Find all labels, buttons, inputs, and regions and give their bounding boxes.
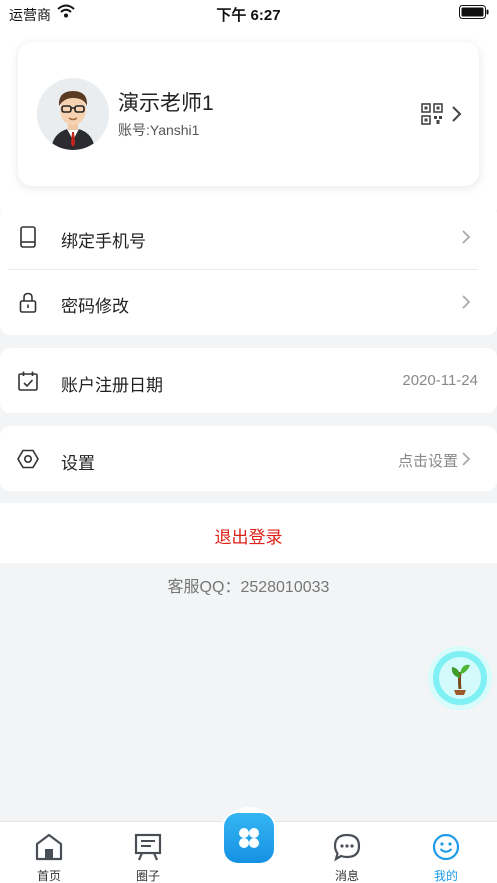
logout-button[interactable]: 退出登录 bbox=[0, 503, 497, 563]
tab-home[interactable]: 首页 bbox=[9, 822, 89, 883]
home-icon bbox=[35, 833, 63, 861]
settings-row[interactable]: 设置 点击设置 bbox=[0, 426, 497, 490]
avatar[interactable] bbox=[37, 78, 109, 150]
bind-phone-row[interactable]: 绑定手机号 bbox=[0, 205, 497, 269]
tab-messages[interactable]: 消息 bbox=[307, 822, 387, 883]
calendar-check-icon bbox=[18, 371, 38, 391]
phone-icon bbox=[20, 226, 36, 248]
settings-value: 点击设置 bbox=[397, 453, 458, 470]
profile-name: 演示老师1 bbox=[118, 92, 214, 115]
tab-mine-label: 我的 bbox=[433, 869, 458, 883]
profile-card[interactable]: 演示老师1 账号:Yanshi1 bbox=[18, 42, 479, 186]
teacher-avatar-icon bbox=[37, 78, 109, 150]
status-time: 下午 6:27 bbox=[216, 7, 281, 24]
register-date-row: 账户注册日期 2020-11-24 bbox=[0, 348, 497, 412]
settings-group: 设置 点击设置 bbox=[0, 426, 497, 491]
smiley-face-icon bbox=[432, 833, 460, 861]
lock-icon bbox=[19, 292, 37, 313]
status-bar: 运营商 下午 6:27 bbox=[0, 0, 497, 26]
center-apps-button[interactable] bbox=[224, 813, 274, 863]
tab-mine[interactable]: 我的 bbox=[406, 822, 486, 883]
battery-icon bbox=[459, 5, 489, 19]
profile-account: 账号:Yanshi1 bbox=[118, 122, 200, 138]
tab-home-label: 首页 bbox=[36, 869, 61, 883]
sprout-icon[interactable] bbox=[427, 645, 493, 711]
chevron-right-icon[interactable] bbox=[450, 105, 462, 123]
chat-bubble-icon bbox=[333, 833, 361, 862]
customer-service-text: 客服QQ：2528010033 bbox=[167, 579, 330, 596]
change-password-row[interactable]: 密码修改 bbox=[0, 270, 497, 334]
presentation-board-icon bbox=[134, 833, 162, 861]
settings-label: 设置 bbox=[61, 454, 95, 473]
qr-code-icon[interactable] bbox=[421, 103, 443, 125]
bind-phone-label: 绑定手机号 bbox=[61, 232, 146, 251]
chevron-right-icon bbox=[462, 452, 471, 466]
register-date-value: 2020-11-24 bbox=[402, 372, 478, 389]
change-password-label: 密码修改 bbox=[61, 297, 129, 316]
account-menu-group: 绑定手机号 密码修改 bbox=[0, 205, 497, 335]
register-date-label: 账户注册日期 bbox=[61, 376, 163, 395]
chevron-right-icon bbox=[462, 295, 471, 309]
logout-label: 退出登录 bbox=[214, 528, 283, 547]
register-date-group: 账户注册日期 2020-11-24 bbox=[0, 348, 497, 413]
tab-messages-label: 消息 bbox=[334, 869, 359, 883]
apps-grid-icon bbox=[239, 828, 259, 848]
tab-circle[interactable]: 圈子 bbox=[108, 822, 188, 883]
settings-hexagon-icon bbox=[17, 449, 39, 469]
chevron-right-icon bbox=[462, 230, 471, 244]
tab-circle-label: 圈子 bbox=[135, 869, 160, 883]
